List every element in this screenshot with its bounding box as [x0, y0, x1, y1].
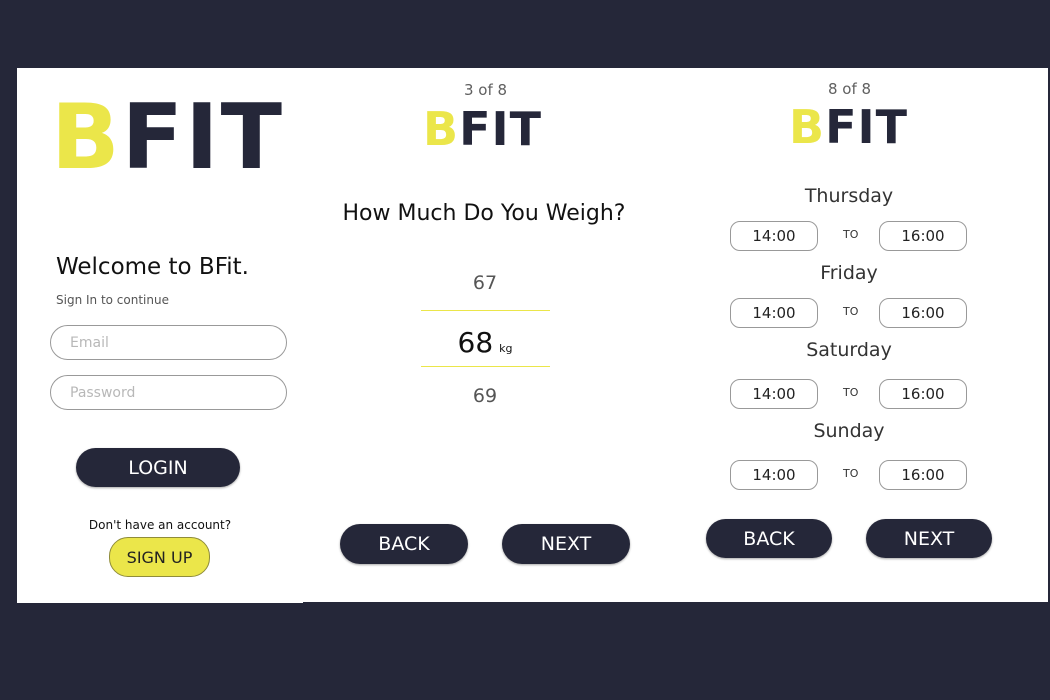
welcome-title: Welcome to BFit. — [56, 254, 249, 280]
logo-fit: FIT — [121, 85, 284, 190]
weight-option-prev[interactable]: 67 — [303, 272, 667, 294]
logo-fit: FIT — [825, 100, 908, 154]
day-label-saturday: Saturday — [806, 339, 892, 361]
start-time-friday[interactable]: 14:00 — [730, 298, 818, 328]
sign-up-button[interactable]: SIGN UP — [109, 537, 210, 577]
to-label: TO — [843, 467, 859, 480]
end-time-friday[interactable]: 16:00 — [879, 298, 967, 328]
next-button[interactable]: NEXT — [502, 524, 630, 564]
password-field[interactable] — [50, 375, 287, 410]
email-field[interactable] — [50, 325, 287, 360]
day-label-thursday: Thursday — [804, 185, 894, 207]
weight-selected-value: 68 — [457, 326, 494, 359]
bfit-logo: B FIT — [423, 106, 542, 152]
login-screen: B FIT Welcome to BFit. Sign In to continu… — [17, 68, 303, 603]
day-label-friday: Friday — [820, 262, 878, 284]
step-indicator: 3 of 8 — [464, 81, 508, 99]
bfit-logo: B FIT — [789, 104, 908, 150]
logo-b: B — [789, 100, 826, 154]
weight-unit: kg — [499, 342, 513, 355]
weight-question: How Much Do You Weigh? — [342, 201, 626, 226]
weight-screen: 3 of 8 B FIT How Much Do You Weigh? 67 68… — [303, 68, 665, 602]
next-button[interactable]: NEXT — [866, 519, 992, 558]
to-label: TO — [843, 228, 859, 241]
day-label-sunday: Sunday — [813, 420, 885, 442]
logo-fit: FIT — [459, 102, 542, 156]
weight-option-next[interactable]: 69 — [303, 385, 667, 407]
end-time-sunday[interactable]: 16:00 — [879, 460, 967, 490]
start-time-saturday[interactable]: 14:00 — [730, 379, 818, 409]
back-button[interactable]: BACK — [706, 519, 832, 558]
logo-b: B — [423, 102, 460, 156]
login-button[interactable]: LOGIN — [76, 448, 240, 487]
schedule-screen: 8 of 8 B FIT Thursday 14:00 TO 16:00 Frid… — [665, 68, 1048, 602]
start-time-sunday[interactable]: 14:00 — [730, 460, 818, 490]
signin-subtitle: Sign In to continue — [56, 293, 169, 307]
bfit-logo: B FIT — [51, 93, 284, 183]
back-button[interactable]: BACK — [340, 524, 468, 564]
step-indicator: 8 of 8 — [828, 80, 872, 98]
no-account-text: Don't have an account? — [88, 518, 232, 532]
end-time-saturday[interactable]: 16:00 — [879, 379, 967, 409]
weight-selected[interactable]: 68 kg — [303, 326, 667, 359]
to-label: TO — [843, 386, 859, 399]
logo-b: B — [51, 85, 122, 190]
to-label: TO — [843, 305, 859, 318]
picker-divider-top — [421, 310, 550, 311]
end-time-thursday[interactable]: 16:00 — [879, 221, 967, 251]
picker-divider-bottom — [421, 366, 550, 367]
start-time-thursday[interactable]: 14:00 — [730, 221, 818, 251]
